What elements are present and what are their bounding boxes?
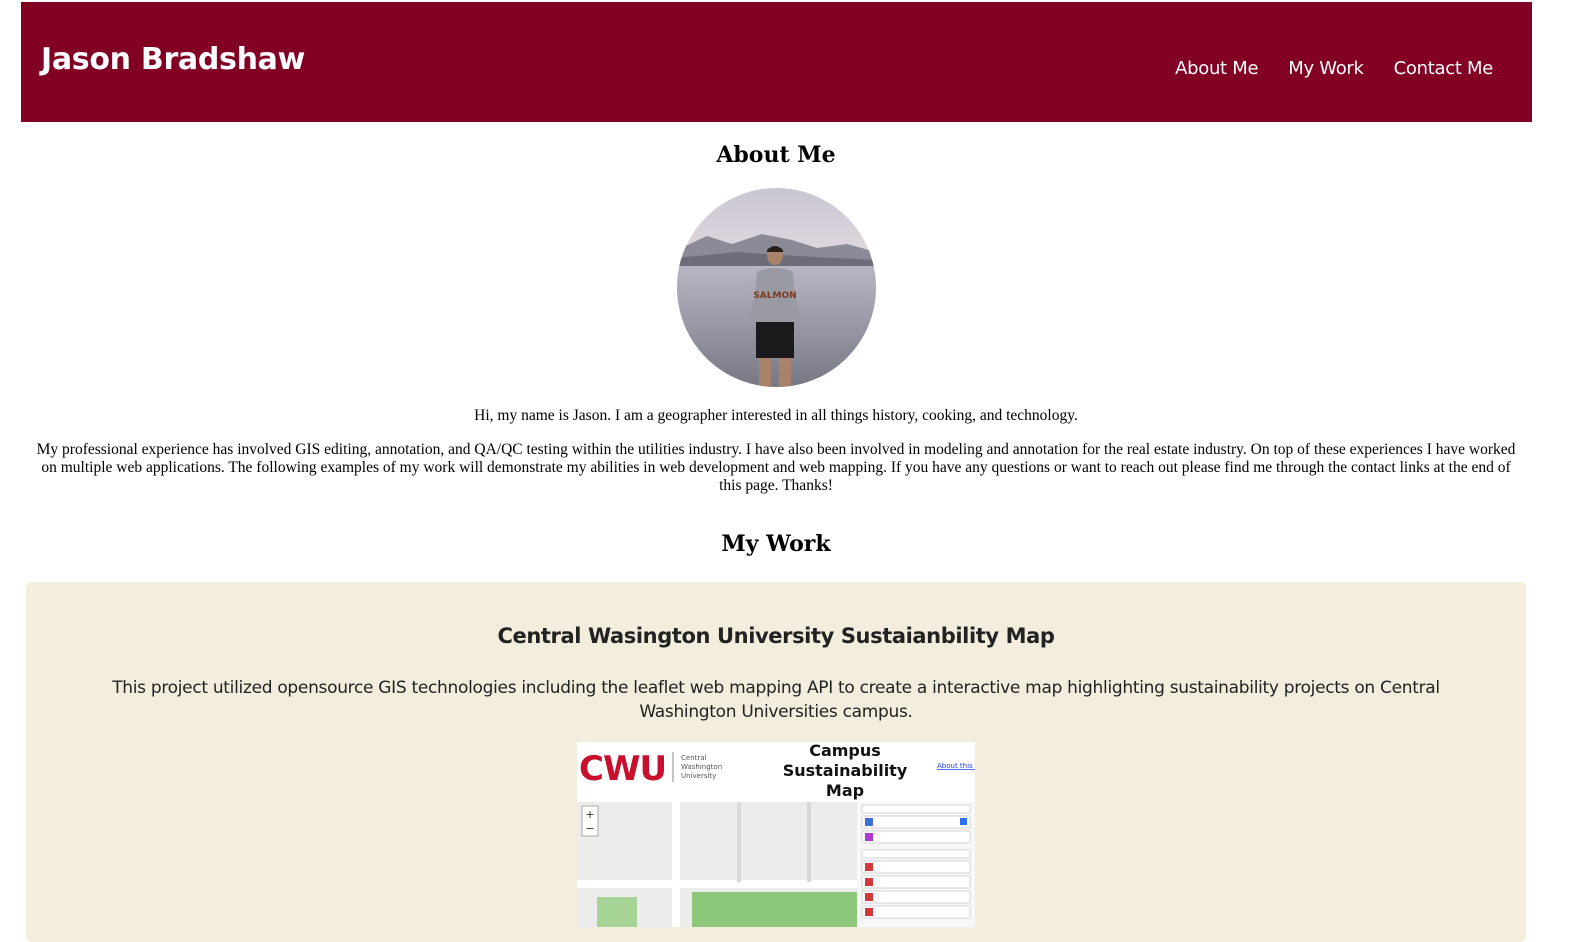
profile-photo: SALMON — [677, 188, 876, 387]
zoom-in-icon: + — [585, 808, 594, 821]
map-title-line2: Sustainability — [783, 761, 908, 780]
project-description: This project utilized opensource GIS tec… — [112, 678, 1440, 722]
site-brand[interactable]: Jason Bradshaw — [41, 42, 305, 77]
university-line3: University — [681, 772, 716, 780]
zoom-out-icon: − — [585, 822, 594, 835]
map-title-line1: Campus — [809, 742, 881, 760]
bio-intro: Hi, my name is Jason. I am a geographer … — [474, 407, 1078, 424]
map-title-line3: Map — [826, 781, 864, 800]
nav-contact-me[interactable]: Contact Me — [1394, 58, 1494, 79]
nav-my-work[interactable]: My Work — [1288, 58, 1364, 79]
cwu-logo-text: CWU — [579, 749, 666, 789]
nav-about-me[interactable]: About Me — [1175, 58, 1258, 79]
project-title: Central Wasington University Sustaianbil… — [497, 624, 1055, 648]
site-header: Jason Bradshaw About Me My Work Contact … — [21, 2, 1532, 122]
main-nav: About Me My Work Contact Me — [1175, 58, 1493, 79]
work-heading: My Work — [721, 531, 831, 557]
project-preview-image[interactable]: CWU Central Washington University Campus… — [577, 742, 975, 927]
svg-text:SALMON: SALMON — [753, 291, 796, 301]
university-line1: Central — [681, 754, 707, 762]
about-heading: About Me — [716, 142, 836, 168]
about-map-link: About this map — [937, 762, 975, 770]
bio-experience: My professional experience has involved … — [36, 441, 1516, 494]
university-line2: Washington — [681, 763, 722, 771]
